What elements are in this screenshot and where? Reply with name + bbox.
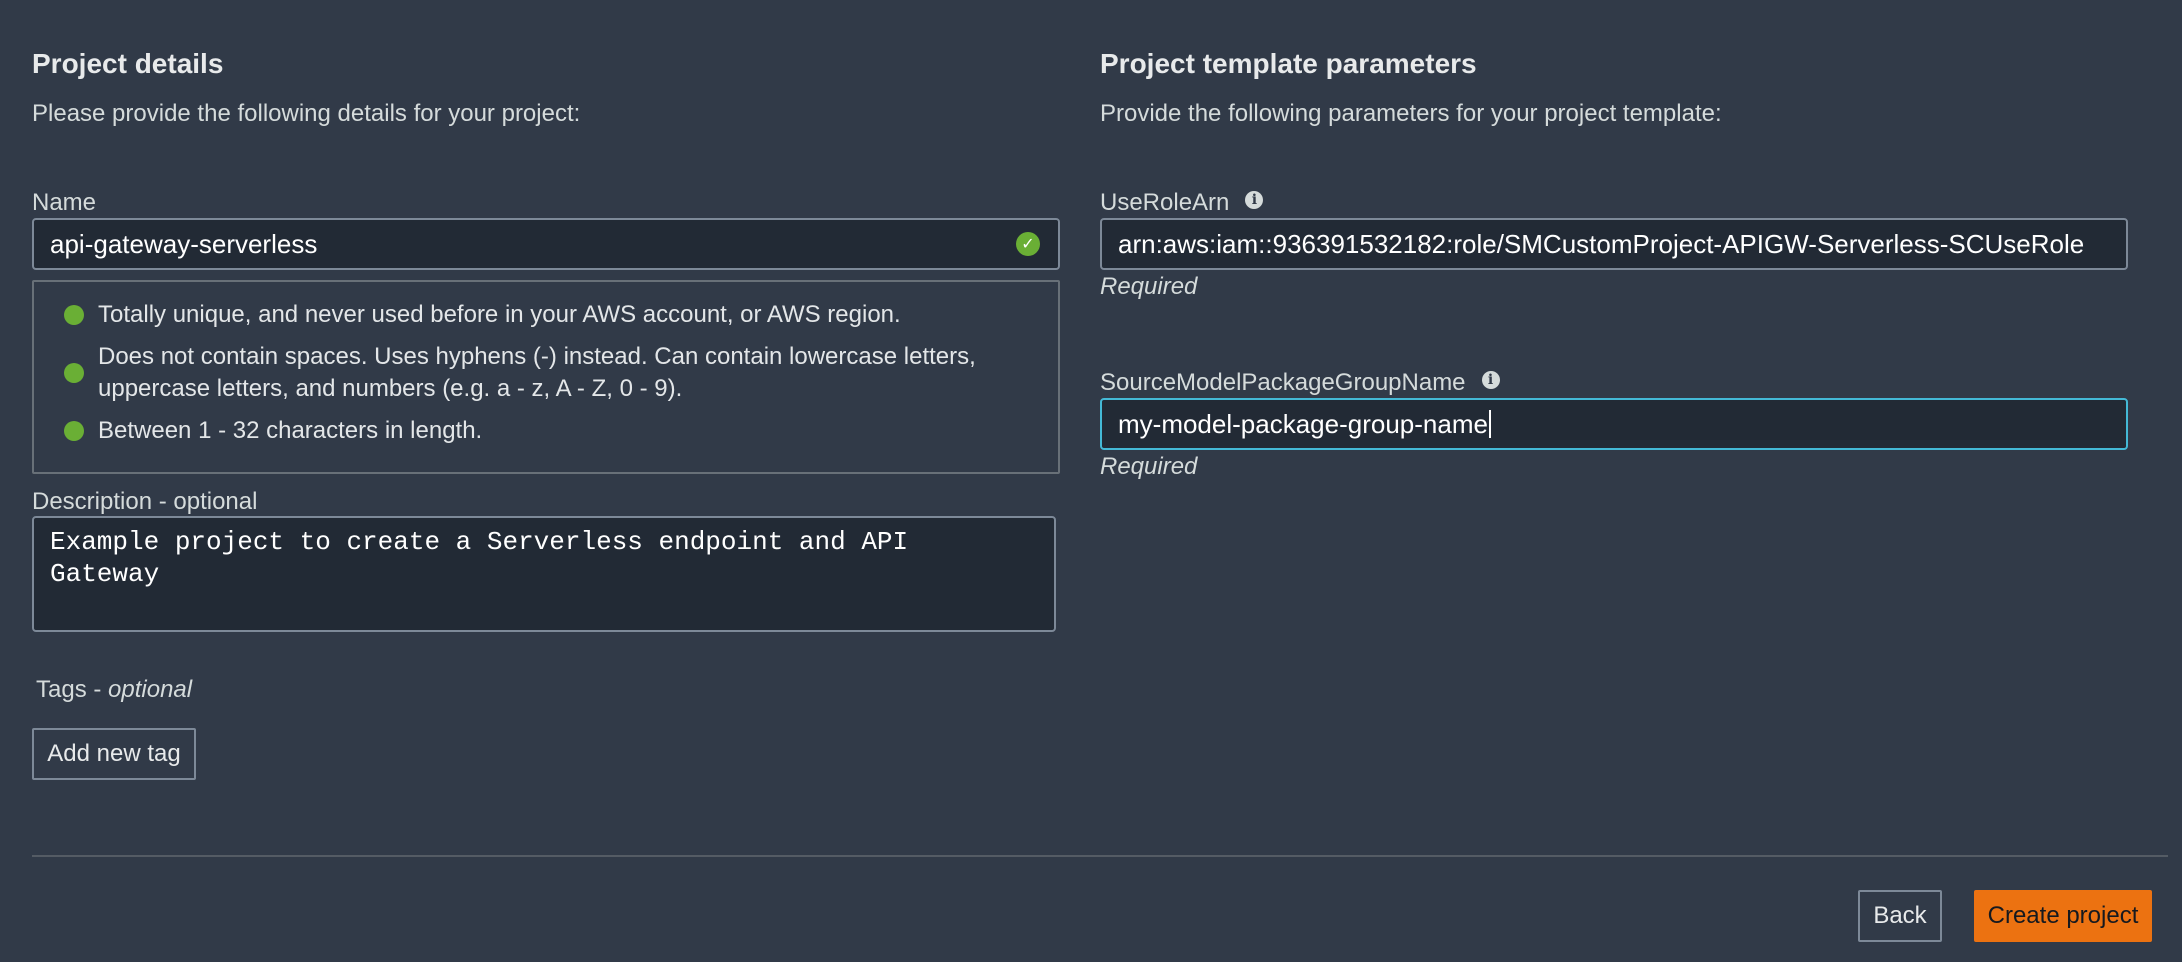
name-rule-format: Does not contain spaces. Uses hyphens (-… (64, 341, 976, 405)
source-model-package-group-value: my-model-package-group-name (1118, 408, 1488, 439)
success-dot-icon (64, 421, 84, 441)
create-project-button[interactable]: Create project (1974, 890, 2152, 942)
footer-divider (32, 855, 2168, 857)
name-rules-box: Totally unique, and never used before in… (32, 280, 1060, 474)
use-role-arn-label: UseRoleArn i (1100, 189, 1264, 217)
tags-label: Tags - optional (36, 676, 193, 703)
use-role-arn-required: Required (1100, 273, 1198, 300)
source-model-package-group-required: Required (1100, 453, 1198, 480)
project-details-subtitle: Please provide the following details for… (32, 100, 581, 127)
use-role-arn-input[interactable]: arn:aws:iam::936391532182:role/SMCustomP… (1100, 218, 2128, 270)
text-caret (1488, 410, 1491, 438)
info-icon[interactable]: i (1481, 371, 1500, 389)
template-params-subtitle: Provide the following parameters for you… (1100, 100, 1722, 127)
success-dot-icon (64, 363, 84, 383)
info-icon[interactable]: i (1245, 191, 1264, 209)
description-label: Description - optional (32, 488, 258, 515)
success-dot-icon (64, 305, 84, 325)
name-rule-unique: Totally unique, and never used before in… (64, 299, 901, 331)
source-model-package-group-input[interactable]: my-model-package-group-name (1100, 398, 2128, 450)
name-label: Name (32, 189, 97, 216)
project-details-title: Project details (32, 48, 224, 79)
use-role-arn-value: arn:aws:iam::936391532182:role/SMCustomP… (1118, 228, 2085, 259)
source-model-package-group-label: SourceModelPackageGroupName i (1100, 369, 1500, 397)
back-button[interactable]: Back (1858, 890, 1942, 942)
name-input-value: api-gateway-serverless (50, 228, 318, 259)
name-input[interactable]: api-gateway-serverless (32, 218, 1060, 270)
add-new-tag-button[interactable]: Add new tag (32, 728, 196, 780)
check-circle-icon: ✓ (1016, 232, 1040, 256)
template-params-title: Project template parameters (1100, 48, 1477, 79)
description-textarea[interactable]: Example project to create a Serverless e… (32, 516, 1056, 632)
name-rule-length: Between 1 - 32 characters in length. (64, 415, 482, 447)
